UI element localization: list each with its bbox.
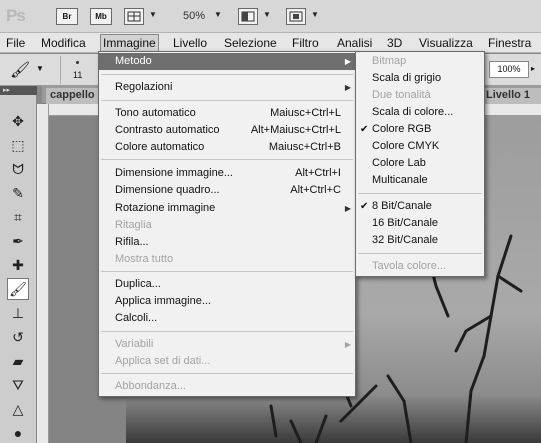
menu-finestra[interactable]: Finestra xyxy=(488,36,531,50)
chevron-right-icon: ▶ xyxy=(344,204,351,213)
chevron-right-icon: ▶ xyxy=(344,83,351,92)
menu-separator xyxy=(358,193,482,194)
menu-item-regolazioni[interactable]: Regolazioni ▶ xyxy=(99,79,355,96)
menu-item-mostra-tutto: Mostra tutto xyxy=(115,253,174,265)
menu-item-dimensione-immagine[interactable]: Dimensione immagine... Alt+Ctrl+I xyxy=(99,165,355,182)
checkmark-icon: ✔ xyxy=(360,201,369,212)
menu-separator xyxy=(358,253,482,254)
menu-visualizza[interactable]: Visualizza xyxy=(419,36,473,50)
stamp-icon[interactable]: ⊥ xyxy=(7,302,29,324)
menu-modifica[interactable]: Modifica xyxy=(41,36,86,50)
menu-livello[interactable]: Livello xyxy=(173,36,207,50)
dodge-icon[interactable]: ● xyxy=(7,422,29,443)
chevron-right-icon: ▶ xyxy=(344,57,351,66)
brush-preset-icon[interactable]: 🖌 xyxy=(10,60,30,80)
screen-mode-button[interactable] xyxy=(286,8,306,25)
flow-zoom-field[interactable]: 100% xyxy=(489,61,529,78)
menu-item-colore-automatico[interactable]: Colore automatico Maiusc+Ctrl+B xyxy=(99,139,355,156)
menu-separator xyxy=(101,159,353,160)
healing-icon[interactable]: ✚ xyxy=(7,254,29,276)
submenu-item-colore-rgb[interactable]: ✔ Colore RGB xyxy=(356,121,484,138)
chevron-down-icon[interactable]: ▼ xyxy=(263,10,271,19)
brush-size-value: 11 xyxy=(73,70,83,80)
submenu-item-16-bit[interactable]: 16 Bit/Canale xyxy=(356,215,484,232)
chevron-down-icon[interactable]: ▼ xyxy=(36,64,44,73)
tab-cappello[interactable]: cappello xyxy=(46,88,102,104)
menu-file[interactable]: File xyxy=(6,36,25,50)
menu-item-dimensione-quadro[interactable]: Dimensione quadro... Alt+Ctrl+C xyxy=(99,182,355,199)
eraser-icon[interactable]: ▰ xyxy=(7,350,29,372)
brush-size-picker[interactable]: 11 xyxy=(60,56,94,84)
arrange-documents-button[interactable] xyxy=(238,8,258,25)
grid-icon xyxy=(127,11,141,22)
application-bar: Ps Br Mb ▼ 50% ▼ ▼ ▼ xyxy=(0,0,541,33)
chevron-down-icon[interactable]: ▼ xyxy=(311,10,319,19)
submenu-item-bitmap: Bitmap xyxy=(372,55,407,67)
move-icon[interactable]: ✥ xyxy=(7,110,29,132)
menu-item-rifila[interactable]: Rifila... xyxy=(99,234,355,251)
submenu-item-32-bit[interactable]: 32 Bit/Canale xyxy=(356,232,484,249)
extras-button[interactable] xyxy=(124,8,144,25)
menu-item-applica-set-di-dati: Applica set di dati... xyxy=(115,355,211,367)
chevron-down-icon[interactable]: ▼ xyxy=(149,10,157,19)
mini-bridge-button[interactable]: Mb xyxy=(90,8,112,25)
screen-mode-icon xyxy=(289,11,303,22)
panel-collapse-icon[interactable]: ▸▸ xyxy=(0,86,37,95)
immagine-menu: Metodo ▶ Regolazioni ▶ Tono automatico Maiu… xyxy=(98,51,356,397)
eyedropper-icon[interactable]: ✒ xyxy=(7,230,29,252)
photoshop-logo: Ps xyxy=(6,6,26,25)
menu-item-rotazione-immagine[interactable]: Rotazione immagine ▶ xyxy=(99,200,355,217)
menu-separator xyxy=(101,74,353,75)
submenu-item-colore-cmyk[interactable]: Colore CMYK xyxy=(356,138,484,155)
brush-icon[interactable]: 🖌 xyxy=(7,278,29,300)
menu-separator xyxy=(101,100,353,101)
submenu-item-tavola-colore: Tavola colore... xyxy=(372,260,446,272)
menu-item-calcoli[interactable]: Calcoli... xyxy=(99,310,355,327)
menu-3d[interactable]: 3D xyxy=(387,36,402,50)
menu-separator xyxy=(101,331,353,332)
vertical-ruler xyxy=(37,104,49,443)
menu-separator xyxy=(101,373,353,374)
chevron-right-icon: ▶ xyxy=(344,340,351,349)
paint-bucket-icon[interactable]: ⛛ xyxy=(7,374,29,396)
menu-analisi[interactable]: Analisi xyxy=(337,36,372,50)
brush-tip-icon xyxy=(76,61,79,64)
menu-item-abbondanza: Abbondanza... xyxy=(115,380,186,392)
bridge-button[interactable]: Br xyxy=(56,8,78,25)
submenu-item-multicanale[interactable]: Multicanale xyxy=(356,172,484,189)
chevron-down-icon[interactable]: ▼ xyxy=(214,10,222,19)
lasso-icon[interactable]: ᗢ xyxy=(7,158,29,180)
menu-immagine[interactable]: Immagine xyxy=(100,34,159,52)
zoom-level[interactable]: 50% xyxy=(183,10,205,22)
menu-item-ritaglia: Ritaglia xyxy=(115,219,152,231)
tab-livello[interactable]: Livello 1 c xyxy=(482,88,541,113)
crop-icon[interactable]: ⌗ xyxy=(7,206,29,228)
quick-select-icon[interactable]: ✎ xyxy=(7,182,29,204)
menu-item-variabili: Variabili ▶ xyxy=(99,336,355,353)
menu-item-applica-immagine[interactable]: Applica immagine... xyxy=(99,293,355,310)
menu-bar: File Modifica Immagine Livello Selezione… xyxy=(0,33,541,53)
history-brush-icon[interactable]: ↺ xyxy=(7,326,29,348)
submenu-item-due-tonalita: Due tonalità xyxy=(372,89,431,101)
tools-panel: ▸▸ ✥ ⬚ ᗢ ✎ ⌗ ✒ ✚ 🖌 ⊥ ↺ ▰ ⛛ △ ● xyxy=(0,86,37,443)
submenu-item-scala-di-colore[interactable]: Scala di colore... xyxy=(356,104,484,121)
submenu-item-8-bit[interactable]: ✔ 8 Bit/Canale xyxy=(356,198,484,215)
menu-selezione[interactable]: Selezione xyxy=(224,36,277,50)
checkmark-icon: ✔ xyxy=(360,124,369,135)
menu-separator xyxy=(101,271,353,272)
menu-item-tono-automatico[interactable]: Tono automatico Maiusc+Ctrl+L xyxy=(99,105,355,122)
metodo-submenu: Bitmap Scala di grigio Due tonalità Scal… xyxy=(355,51,485,277)
submenu-item-colore-lab[interactable]: Colore Lab xyxy=(356,155,484,172)
marquee-icon[interactable]: ⬚ xyxy=(7,134,29,156)
arrange-icon xyxy=(241,11,255,22)
chevron-right-icon[interactable]: ▸ xyxy=(531,64,535,73)
menu-item-contrasto-automatico[interactable]: Contrasto automatico Alt+Maiusc+Ctrl+L xyxy=(99,122,355,139)
blur-icon[interactable]: △ xyxy=(7,398,29,420)
submenu-item-scala-di-grigio[interactable]: Scala di grigio xyxy=(356,70,484,87)
menu-item-duplica[interactable]: Duplica... xyxy=(99,276,355,293)
menu-item-metodo[interactable]: Metodo ▶ xyxy=(99,53,355,70)
menu-filtro[interactable]: Filtro xyxy=(292,36,319,50)
